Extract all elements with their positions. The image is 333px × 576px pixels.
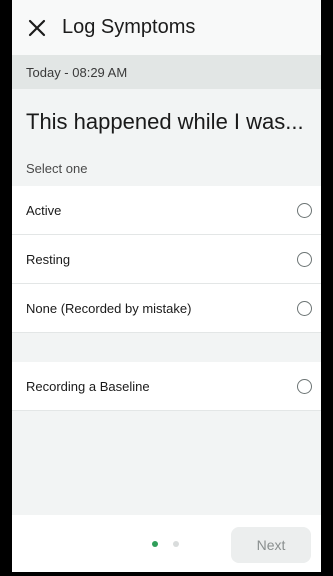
option-label: None (Recorded by mistake) <box>26 300 192 316</box>
close-icon[interactable] <box>26 17 48 39</box>
radio-button[interactable] <box>297 202 312 218</box>
page-dot-active <box>152 541 158 547</box>
close-icon-svg <box>28 19 46 36</box>
select-one-label: Select one <box>12 151 321 186</box>
empty-space <box>12 411 321 489</box>
option-none[interactable]: None (Recorded by mistake) <box>12 284 321 333</box>
option-label: Recording a Baseline <box>26 378 150 394</box>
page-dot-inactive <box>173 541 179 547</box>
option-active[interactable]: Active <box>12 186 321 235</box>
footer-bar: Next <box>12 515 321 572</box>
option-resting[interactable]: Resting <box>12 235 321 284</box>
radio-button[interactable] <box>297 378 312 394</box>
option-recording-baseline[interactable]: Recording a Baseline <box>12 362 321 411</box>
timestamp-text: Today - 08:29 AM <box>26 64 128 80</box>
radio-button[interactable] <box>297 251 312 267</box>
next-button[interactable]: Next <box>231 527 311 563</box>
option-label: Active <box>26 202 62 218</box>
section-divider <box>12 333 321 362</box>
radio-button[interactable] <box>297 300 312 316</box>
page-title: Log Symptoms <box>62 16 196 38</box>
top-bar: Log Symptoms <box>12 0 321 55</box>
timestamp-bar: Today - 08:29 AM <box>12 55 321 89</box>
option-label: Resting <box>26 251 71 267</box>
app-frame: Log Symptoms Today - 08:29 AM This happe… <box>0 0 333 576</box>
question-heading: This happened while I was... <box>12 89 321 151</box>
page-indicator <box>152 541 179 547</box>
